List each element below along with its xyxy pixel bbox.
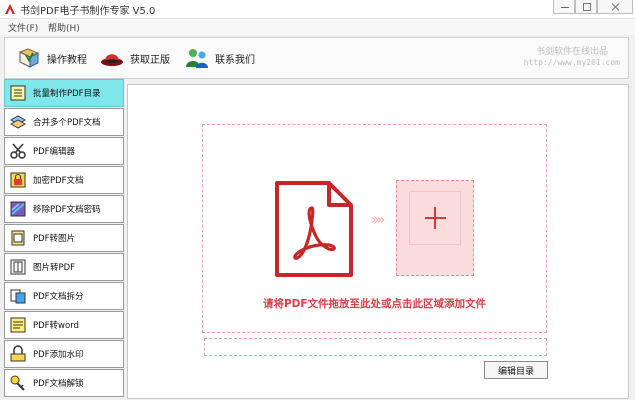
sidebar-item-label: 移除PDF文档密码 <box>33 205 101 215</box>
contacts-icon <box>186 49 208 68</box>
sidebar-item-label: 加密PDF文档 <box>33 176 84 186</box>
sidebar-item-image-to-pdf[interactable]: 图片转PDF <box>4 253 124 281</box>
sidebar-item-unlock[interactable]: PDF文档解锁 <box>4 369 124 397</box>
add-file-frame <box>409 191 461 245</box>
catalog-icon <box>10 85 26 101</box>
get-license-label: 获取正版 <box>130 54 170 66</box>
pdf-to-word-icon <box>10 317 26 333</box>
minimize-button[interactable] <box>553 0 575 14</box>
sidebar-item-label: PDF转word <box>33 321 79 331</box>
sidebar-item-label: 批量制作PDF目录 <box>33 89 101 99</box>
title-bar: 书剑PDF电子书制作专家 V5.0 <box>0 0 635 19</box>
sidebar-item-batch-catalog[interactable]: 批量制作PDF目录 <box>4 79 124 107</box>
sidebar: 批量制作PDF目录 合并多个PDF文档 PDF编辑器 加密PDF文档 移除PDF… <box>4 79 124 397</box>
edit-catalog-button[interactable]: 编辑目录 <box>484 361 548 379</box>
brand-url[interactable]: http://www.my201.com <box>524 58 620 67</box>
main-panel: »» 请将PDF文件拖放至此处或点击此区域添加文件 编辑目录 <box>127 84 629 399</box>
menu-file[interactable]: 文件(F) <box>8 21 38 34</box>
plus-icon-stroke <box>434 207 436 229</box>
book-icon <box>18 48 40 68</box>
encrypt-icon <box>10 172 26 188</box>
toolbar: 操作教程 获取正版 联系我们 书剑软件在线出品 http://www.my201… <box>4 37 629 79</box>
sidebar-item-watermark[interactable]: PDF添加水印 <box>4 340 124 368</box>
sidebar-item-remove-password[interactable]: 移除PDF文档密码 <box>4 195 124 223</box>
sidebar-item-pdf-to-word[interactable]: PDF转word <box>4 311 124 339</box>
drop-hint-text: 请将PDF文件拖放至此处或点击此区域添加文件 <box>262 298 487 310</box>
get-license-button[interactable]: 获取正版 <box>100 38 170 78</box>
watermark-icon <box>10 345 26 362</box>
sidebar-item-label: 合并多个PDF文档 <box>33 118 101 128</box>
sidebar-item-label: PDF文档拆分 <box>33 292 84 302</box>
sidebar-item-label: 图片转PDF <box>33 263 76 273</box>
merge-icon <box>9 115 27 129</box>
remove-password-icon <box>10 201 26 217</box>
close-button[interactable] <box>597 0 633 14</box>
menu-bar: 文件(F) 帮助(H) <box>0 19 635 35</box>
add-file-button[interactable] <box>396 180 474 276</box>
sidebar-item-encrypt[interactable]: 加密PDF文档 <box>4 166 124 194</box>
unlock-icon <box>10 375 25 391</box>
pdf-file-icon <box>275 181 353 277</box>
sidebar-item-pdf-to-image[interactable]: PDF转图片 <box>4 224 124 252</box>
app-logo-icon <box>5 4 15 14</box>
sidebar-item-label: PDF编辑器 <box>33 147 76 157</box>
tutorial-label: 操作教程 <box>47 54 87 66</box>
brand-name: 书剑软件在线出品 <box>535 47 608 57</box>
sidebar-item-label: PDF转图片 <box>33 234 76 244</box>
file-drop-zone[interactable]: »» 请将PDF文件拖放至此处或点击此区域添加文件 <box>202 124 547 333</box>
red-hat-icon <box>101 54 123 66</box>
contact-us-button[interactable]: 联系我们 <box>185 38 255 78</box>
maximize-button[interactable] <box>575 0 597 14</box>
image-to-pdf-icon <box>10 259 26 275</box>
editor-icon <box>10 143 26 159</box>
arrow-icon: »» <box>371 212 385 228</box>
file-status-bar <box>204 338 547 356</box>
window-title: 书剑PDF电子书制作专家 V5.0 <box>20 6 156 17</box>
pdf-to-image-icon <box>11 230 25 246</box>
sidebar-item-label: PDF文档解锁 <box>33 379 84 389</box>
contact-us-label: 联系我们 <box>215 54 255 66</box>
split-icon <box>10 289 26 304</box>
sidebar-item-merge[interactable]: 合并多个PDF文档 <box>4 108 124 136</box>
sidebar-item-editor[interactable]: PDF编辑器 <box>4 137 124 165</box>
sidebar-item-split[interactable]: PDF文档拆分 <box>4 282 124 310</box>
menu-help[interactable]: 帮助(H) <box>48 21 80 34</box>
sidebar-item-label: PDF添加水印 <box>33 350 84 360</box>
tutorial-button[interactable]: 操作教程 <box>17 38 87 78</box>
